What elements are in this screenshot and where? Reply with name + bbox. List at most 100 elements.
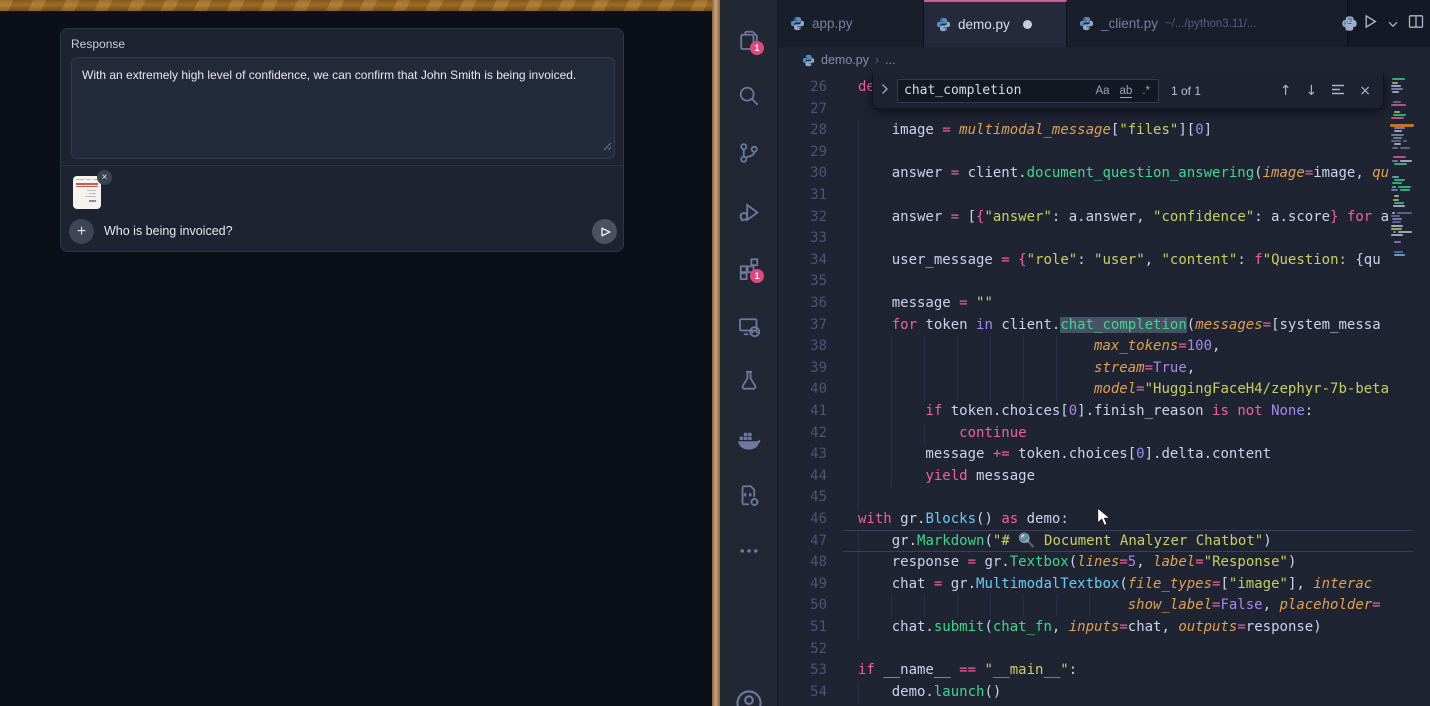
code-line[interactable]: 38 max_tokens=100, — [778, 336, 1390, 358]
source-control-icon[interactable] — [720, 130, 778, 176]
match-case-icon[interactable]: Aa — [1090, 85, 1114, 97]
line-number[interactable]: 26 — [778, 77, 827, 99]
run-dropdown-chevron-icon[interactable] — [1388, 15, 1398, 33]
line-number[interactable]: 45 — [778, 487, 827, 509]
modified-dot[interactable] — [1023, 20, 1032, 29]
more-icon[interactable] — [720, 528, 778, 574]
line-number[interactable]: 42 — [778, 423, 827, 445]
breadcrumb-file[interactable]: demo.py — [821, 53, 869, 67]
find-expand-chevron-icon[interactable] — [873, 82, 897, 100]
code-line[interactable]: 29 — [778, 142, 1390, 164]
regex-icon[interactable]: .* — [1137, 85, 1158, 97]
code-line[interactable]: 44 yield message — [778, 466, 1390, 488]
code-line[interactable]: 45 — [778, 487, 1390, 509]
line-number[interactable]: 36 — [778, 293, 827, 315]
code-line[interactable]: 43 message += token.choices[0].delta.con… — [778, 444, 1390, 466]
line-number[interactable]: 50 — [778, 595, 827, 617]
remove-attachment-button[interactable]: × — [97, 170, 112, 185]
code-line[interactable]: 53if __name__ == "__main__": — [778, 660, 1390, 682]
line-number[interactable]: 34 — [778, 250, 827, 272]
line-number[interactable]: 30 — [778, 163, 827, 185]
run-debug-icon[interactable] — [720, 188, 778, 234]
search-icon[interactable] — [720, 73, 778, 119]
code-line[interactable]: 32 answer = [{"answer": a.answer, "confi… — [778, 207, 1390, 229]
docker-icon[interactable] — [720, 416, 778, 462]
line-number[interactable]: 28 — [778, 120, 827, 142]
test-flask-icon[interactable] — [720, 357, 778, 403]
code-line[interactable]: 51 chat.submit(chat_fn, inputs=chat, out… — [778, 617, 1390, 639]
code-line[interactable]: 42 continue — [778, 423, 1390, 445]
line-number[interactable]: 43 — [778, 444, 827, 466]
find-in-selection-button[interactable] — [1331, 83, 1345, 99]
resize-handle-icon[interactable] — [601, 138, 612, 156]
line-number[interactable]: 32 — [778, 207, 827, 229]
minimap-line — [1392, 182, 1402, 184]
minimap-line — [1400, 160, 1413, 162]
code-area[interactable]: 26de2728 image = multimodal_message["fil… — [778, 73, 1390, 706]
close-find-button[interactable]: × — [1359, 83, 1371, 99]
line-number[interactable]: 27 — [778, 99, 827, 121]
code-line[interactable]: 33 — [778, 228, 1390, 250]
code-line[interactable]: 52 — [778, 639, 1390, 661]
line-number[interactable]: 35 — [778, 271, 827, 293]
find-buttons: ↑ ↓ × — [1280, 83, 1383, 99]
tab-client-py[interactable]: _client.py ~/.../python3.11/... — [1067, 0, 1348, 47]
code-line[interactable]: 46with gr.Blocks() as demo: — [778, 509, 1390, 531]
code-line[interactable]: 41 if token.choices[0].finish_reason is … — [778, 401, 1390, 423]
line-number[interactable]: 40 — [778, 379, 827, 401]
next-match-button[interactable]: ↓ — [1306, 83, 1318, 99]
code-line[interactable]: 35 — [778, 271, 1390, 293]
remote-explorer-icon[interactable] — [720, 303, 778, 349]
line-number[interactable]: 31 — [778, 185, 827, 207]
line-number[interactable]: 41 — [778, 401, 827, 423]
minimap-line — [1393, 101, 1401, 103]
add-file-button[interactable]: + — [69, 219, 94, 244]
code-editor[interactable]: 26de2728 image = multimodal_message["fil… — [778, 73, 1430, 706]
response-textarea[interactable]: With an extremely high level of confiden… — [71, 57, 615, 159]
file-settings-icon[interactable] — [720, 473, 778, 519]
line-number[interactable]: 47 — [778, 531, 827, 553]
minimap-line — [1391, 234, 1403, 236]
attachment-thumbnail[interactable] — [73, 176, 101, 209]
line-number[interactable]: 39 — [778, 358, 827, 380]
line-number[interactable]: 54 — [778, 682, 827, 704]
code-line[interactable]: 36 message = "" — [778, 293, 1390, 315]
code-line[interactable]: 37 for token in client.chat_completion(m… — [778, 315, 1390, 337]
whole-word-icon[interactable]: ab — [1115, 85, 1138, 97]
tab-app-py[interactable]: app.py — [778, 0, 924, 47]
find-input[interactable] — [898, 83, 1090, 98]
code-line[interactable]: 31 — [778, 185, 1390, 207]
explorer-icon[interactable]: 1 — [720, 17, 778, 63]
code-line[interactable]: 28 image = multimodal_message["files"][0… — [778, 120, 1390, 142]
line-number[interactable]: 53 — [778, 660, 827, 682]
previous-match-button[interactable]: ↑ — [1280, 83, 1292, 99]
minimap[interactable] — [1390, 73, 1414, 706]
code-line[interactable]: 34 user_message = {"role": "user", "cont… — [778, 250, 1390, 272]
line-number[interactable]: 37 — [778, 315, 827, 337]
code-line[interactable]: 48 response = gr.Textbox(lines=5, label=… — [778, 552, 1390, 574]
code-text: stream=True, — [858, 358, 1195, 380]
code-line[interactable]: 54 demo.launch() — [778, 682, 1390, 704]
extensions-icon[interactable]: 1 — [720, 245, 778, 291]
code-line[interactable]: 50 show_label=False, placeholder= — [778, 595, 1390, 617]
code-line[interactable]: 49 chat = gr.MultimodalTextbox(file_type… — [778, 574, 1390, 596]
breadcrumb-more[interactable]: ... — [885, 53, 895, 67]
send-button[interactable] — [592, 219, 617, 244]
code-line[interactable]: 30 answer = client.document_question_ans… — [778, 163, 1390, 185]
code-line[interactable]: 47 gr.Markdown("# 🔍 Document Analyzer Ch… — [778, 531, 1390, 553]
line-number[interactable]: 46 — [778, 509, 827, 531]
split-editor-button[interactable] — [1408, 14, 1424, 34]
line-number[interactable]: 48 — [778, 552, 827, 574]
line-number[interactable]: 29 — [778, 142, 827, 164]
line-number[interactable]: 51 — [778, 617, 827, 639]
line-number[interactable]: 49 — [778, 574, 827, 596]
run-button[interactable] — [1363, 14, 1378, 34]
line-number[interactable]: 52 — [778, 639, 827, 661]
code-line[interactable]: 39 stream=True, — [778, 358, 1390, 380]
line-number[interactable]: 38 — [778, 336, 827, 358]
code-line[interactable]: 40 model="HuggingFaceH4/zephyr-7b-beta — [778, 379, 1390, 401]
line-number[interactable]: 33 — [778, 228, 827, 250]
line-number[interactable]: 44 — [778, 466, 827, 488]
account-icon[interactable] — [720, 680, 778, 706]
tab-demo-py[interactable]: demo.py — [924, 0, 1067, 47]
